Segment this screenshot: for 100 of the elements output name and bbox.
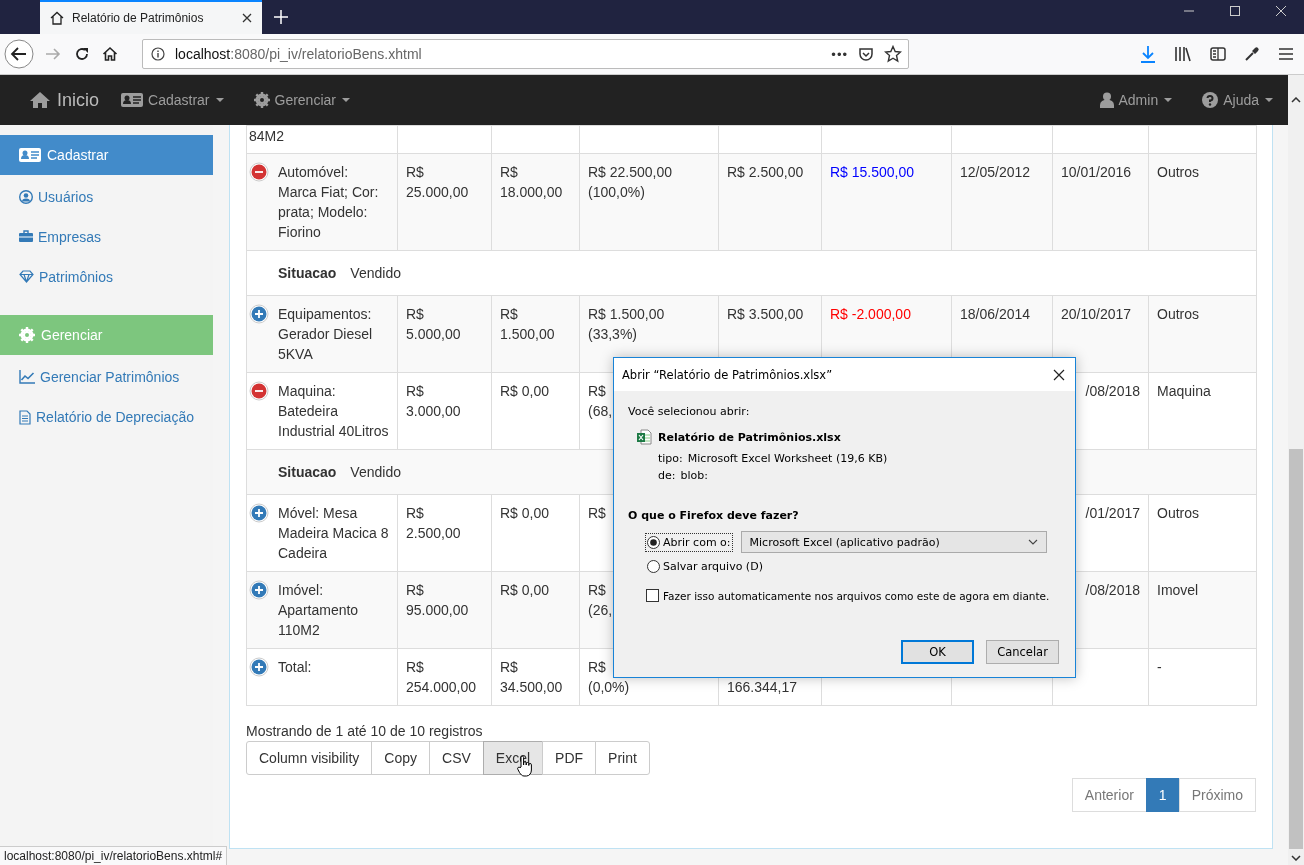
scroll-up-icon[interactable] <box>1291 97 1301 103</box>
sidebar-link[interactable]: Patrimônios <box>0 255 213 295</box>
pagination-button[interactable]: 1 <box>1145 778 1180 812</box>
new-tab-icon[interactable] <box>274 10 288 24</box>
pagination-button[interactable]: Anterior <box>1071 778 1147 812</box>
table-cell-text: R$ 18.000,00 <box>500 163 563 202</box>
close-icon[interactable] <box>1053 368 1065 381</box>
table-cell-text: R$ 34.500,00 <box>500 658 563 697</box>
file-name: Relatório de Patrimônios.xlsx <box>658 430 841 444</box>
table-cell-text: Maquina <box>1157 382 1211 401</box>
toggle-icon[interactable] <box>249 304 269 324</box>
table-cell-text: R$ 254.000,00 <box>406 658 477 697</box>
table-cell-text: R$ <box>588 504 606 523</box>
tab-title: Relatório de Patrimônios <box>72 11 205 25</box>
checkbox-option[interactable]: Fazer isso automaticamente nos arquivos como este de agora em diante. <box>646 589 1061 602</box>
sidebar-link[interactable]: Relatório de Depreciação <box>0 395 213 435</box>
table-cell-text: 12/05/2012 <box>960 163 1031 182</box>
table-cell-text: Maquina: Batedeira Industrial 40Litros <box>278 382 389 441</box>
table-cell-text: R$ 0,00 <box>500 382 550 401</box>
export-button[interactable]: PDF <box>542 741 597 775</box>
browser-tab[interactable]: Relatório de Patrimônios <box>40 0 262 34</box>
link-label: Usuários <box>38 188 94 207</box>
scrollbar[interactable] <box>1288 75 1304 865</box>
radio-button[interactable] <box>647 560 660 573</box>
user-icon <box>1099 92 1114 108</box>
radio-option[interactable]: Salvar arquivo (D) <box>645 557 765 576</box>
table-cell-text: R$ 15.500,00 <box>830 163 915 182</box>
detail-label: Situacao <box>278 464 337 480</box>
pocket-icon[interactable] <box>858 46 874 62</box>
home-link[interactable]: Inicio <box>29 89 100 111</box>
link-label: Gerenciar Patrimônios <box>40 368 180 387</box>
eyedropper-icon[interactable] <box>1244 46 1260 62</box>
nav-menu[interactable]: Admin <box>1099 92 1173 108</box>
export-button[interactable]: Print <box>595 741 650 775</box>
table-cell-text: R$ 3.500,00 <box>727 305 804 324</box>
link-label: Patrimônios <box>39 268 113 287</box>
reload-icon[interactable] <box>74 46 90 62</box>
dialog-button[interactable]: OK <box>901 640 974 664</box>
dialog-button[interactable]: Cancelar <box>986 640 1059 664</box>
close-icon[interactable] <box>242 13 252 23</box>
maximize-icon[interactable] <box>1230 6 1240 16</box>
sidebar-icon[interactable] <box>1210 46 1226 62</box>
table-cell-text: 10/01/2016 <box>1061 163 1132 182</box>
table-cell-text: Imóvel: Apartamento 110M2 <box>278 581 359 640</box>
link-label: Empresas <box>38 228 102 247</box>
detail-value: Vendido <box>350 464 401 480</box>
table-cell-text: R$ 95.000,00 <box>406 581 469 620</box>
toggle-icon[interactable] <box>249 162 269 182</box>
detail-label: tipo: <box>658 452 683 465</box>
export-button[interactable]: Column visibility <box>246 741 373 775</box>
sidebar-link[interactable]: Empresas <box>0 215 213 255</box>
app-select[interactable]: Microsoft Excel (aplicativo padrão) <box>740 531 1047 553</box>
detail-label: de: <box>658 469 676 482</box>
detail-value: Microsoft Excel Worksheet (19,6 KB) <box>687 452 888 465</box>
library-icon[interactable] <box>1174 46 1192 62</box>
export-button[interactable]: CSV <box>429 741 484 775</box>
back-icon[interactable] <box>4 39 34 69</box>
url-text: localhost:8080/pi_iv/relatorioBens.xhtml <box>175 46 423 62</box>
spreadsheet-icon <box>636 429 652 445</box>
line-chart-icon <box>19 370 35 384</box>
menu-icon[interactable] <box>1278 47 1294 61</box>
section-title: Cadastrar <box>47 147 109 163</box>
export-button[interactable]: Copy <box>371 741 431 775</box>
address-bar[interactable]: localhost:8080/pi_iv/relatorioBens.xhtml ••• <box>142 39 909 69</box>
home-icon <box>29 91 51 109</box>
id-card-icon <box>121 92 144 108</box>
toggle-icon[interactable] <box>249 580 269 600</box>
section-title: Gerenciar <box>41 327 103 343</box>
toggle-icon[interactable] <box>249 503 269 523</box>
table-cell-text: R$ 2.500,00 <box>406 504 461 543</box>
toggle-icon[interactable] <box>249 381 269 401</box>
download-icon[interactable] <box>1140 45 1156 63</box>
table-cell-text: R$ 2.500,00 <box>727 163 804 182</box>
radio-option[interactable]: Abrir com o: <box>645 532 733 552</box>
star-icon[interactable] <box>884 45 902 63</box>
table-cell-text: /08/2018 <box>1085 581 1140 600</box>
checkbox[interactable] <box>646 589 659 602</box>
diamond-icon <box>19 270 34 283</box>
sidebar-link[interactable]: Gerenciar Patrimônios <box>0 355 213 395</box>
gear-icon <box>19 327 35 343</box>
dialog-intro: Você selecionou abrir: <box>628 405 751 418</box>
nav-menu[interactable]: Gerenciar <box>253 92 350 108</box>
table-cell-text: R$ -2.000,00 <box>830 305 911 324</box>
toggle-icon[interactable] <box>249 657 269 677</box>
radio-button[interactable] <box>647 535 660 549</box>
nav-menu[interactable]: Cadastrar <box>121 92 224 108</box>
page-actions-button[interactable]: ••• <box>831 46 848 62</box>
scroll-down-icon[interactable] <box>1291 855 1301 861</box>
home-icon[interactable] <box>102 46 118 62</box>
table-cell-text: Imovel <box>1157 581 1199 600</box>
sidebar-link[interactable]: Usuários <box>0 175 213 215</box>
table-cell-text: Outros <box>1157 305 1199 324</box>
table-cell-text: Outros <box>1157 163 1199 182</box>
table-cell-text: R$ (68, <box>588 382 613 421</box>
pagination-button[interactable]: Próximo <box>1178 778 1256 812</box>
table-cell-text: R$ 1.500,00 (33,3%) <box>588 305 665 344</box>
help-icon <box>1202 92 1219 108</box>
nav-menu[interactable]: Ajuda <box>1202 92 1273 108</box>
sidebar-section-header[interactable]: Cadastrar <box>0 135 213 175</box>
chevron-down-icon <box>1028 539 1038 545</box>
